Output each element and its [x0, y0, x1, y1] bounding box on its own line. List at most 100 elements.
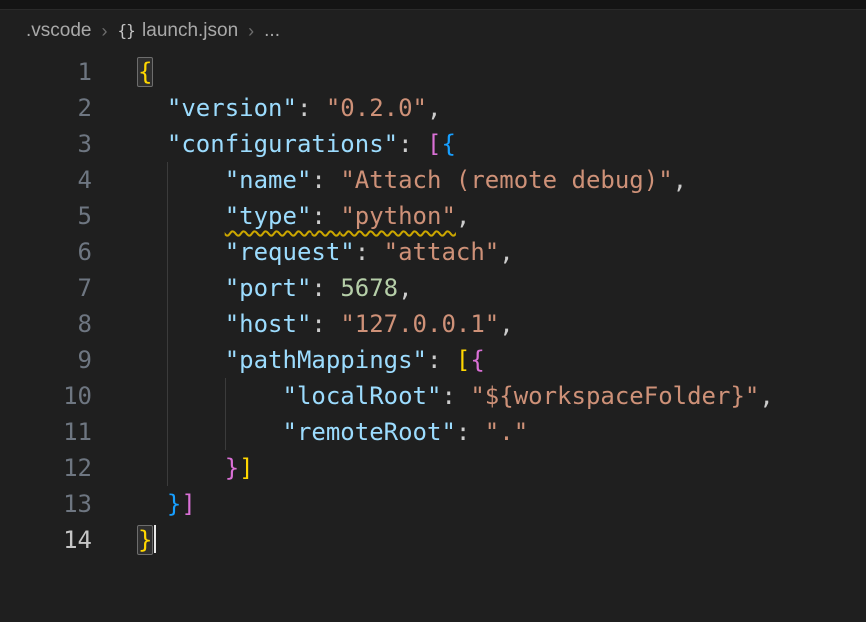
- line-number[interactable]: 1: [0, 54, 92, 90]
- code-token: {: [470, 346, 484, 374]
- code-token: :: [441, 382, 470, 410]
- code-token: [138, 310, 225, 338]
- code-token: :: [427, 346, 456, 374]
- code-content[interactable]: "host": "127.0.0.1",: [92, 306, 866, 342]
- code-token: :: [456, 418, 485, 446]
- line-number[interactable]: 10: [0, 378, 92, 414]
- line-number[interactable]: 14: [0, 522, 92, 558]
- indent-guide: [167, 198, 168, 234]
- code-token: "0.2.0": [326, 94, 427, 122]
- line-number[interactable]: 8: [0, 306, 92, 342]
- code-token: }: [225, 454, 239, 482]
- code-token: "port": [225, 274, 312, 302]
- line-number[interactable]: 2: [0, 90, 92, 126]
- breadcrumb-item-folder[interactable]: .vscode: [26, 20, 91, 42]
- code-token: "type": [225, 202, 312, 230]
- code-token: :: [398, 130, 427, 158]
- code-token: [138, 238, 225, 266]
- line-number[interactable]: 12: [0, 450, 92, 486]
- breadcrumb-item-file[interactable]: {} launch.json: [117, 20, 238, 42]
- code-token: ,: [398, 274, 412, 302]
- code-token: [138, 202, 225, 230]
- code-token: "attach": [384, 238, 500, 266]
- code-token: ,: [673, 166, 687, 194]
- code-token: [138, 382, 283, 410]
- line-number[interactable]: 6: [0, 234, 92, 270]
- line-number[interactable]: 4: [0, 162, 92, 198]
- code-line[interactable]: 14}: [0, 522, 866, 558]
- code-token: "127.0.0.1": [340, 310, 499, 338]
- code-token: ,: [427, 94, 441, 122]
- code-token: [138, 274, 225, 302]
- code-line[interactable]: 5 "type": "python",: [0, 198, 866, 234]
- line-number[interactable]: 9: [0, 342, 92, 378]
- code-line[interactable]: 8 "host": "127.0.0.1",: [0, 306, 866, 342]
- code-content[interactable]: "localRoot": "${workspaceFolder}",: [92, 378, 866, 414]
- code-token: "host": [225, 310, 312, 338]
- code-line[interactable]: 3 "configurations": [{: [0, 126, 866, 162]
- line-number[interactable]: 7: [0, 270, 92, 306]
- code-token: [: [427, 130, 441, 158]
- indent-guide: [225, 414, 226, 450]
- code-content[interactable]: }]: [92, 450, 866, 486]
- code-token: [138, 490, 167, 518]
- code-content[interactable]: "version": "0.2.0",: [92, 90, 866, 126]
- code-token: [138, 130, 167, 158]
- code-line[interactable]: 7 "port": 5678,: [0, 270, 866, 306]
- code-content[interactable]: "name": "Attach (remote debug)",: [92, 162, 866, 198]
- code-token: "version": [167, 94, 297, 122]
- line-number[interactable]: 13: [0, 486, 92, 522]
- line-number[interactable]: 3: [0, 126, 92, 162]
- code-content[interactable]: "pathMappings": [{: [92, 342, 866, 378]
- code-token: "pathMappings": [225, 346, 427, 374]
- code-token: ".": [485, 418, 528, 446]
- code-token: "configurations": [167, 130, 398, 158]
- code-content[interactable]: {: [92, 54, 866, 90]
- code-content[interactable]: }]: [92, 486, 866, 522]
- indent-guide: [167, 342, 168, 378]
- code-line[interactable]: 2 "version": "0.2.0",: [0, 90, 866, 126]
- code-line[interactable]: 9 "pathMappings": [{: [0, 342, 866, 378]
- indent-guide: [167, 306, 168, 342]
- code-editor[interactable]: 1{2 "version": "0.2.0",3 "configurations…: [0, 52, 866, 558]
- code-token: ,: [759, 382, 773, 410]
- indent-guide: [167, 450, 168, 486]
- code-token: }: [167, 490, 181, 518]
- code-content[interactable]: "request": "attach",: [92, 234, 866, 270]
- code-token: "name": [225, 166, 312, 194]
- code-line[interactable]: 13 }]: [0, 486, 866, 522]
- code-line[interactable]: 12 }]: [0, 450, 866, 486]
- line-number[interactable]: 11: [0, 414, 92, 450]
- code-token: [138, 94, 167, 122]
- chevron-right-icon: ›: [247, 21, 255, 42]
- chevron-right-icon: ›: [100, 21, 108, 42]
- code-token: {: [138, 58, 152, 86]
- indent-guide: [167, 414, 168, 450]
- code-content[interactable]: "configurations": [{: [92, 126, 866, 162]
- code-token: :: [311, 202, 340, 230]
- editor-lines[interactable]: 1{2 "version": "0.2.0",3 "configurations…: [0, 54, 866, 558]
- breadcrumb-item-symbol[interactable]: ...: [264, 20, 280, 42]
- code-content[interactable]: "remoteRoot": ".": [92, 414, 866, 450]
- code-token: ]: [239, 454, 253, 482]
- line-number[interactable]: 5: [0, 198, 92, 234]
- code-token: :: [311, 274, 340, 302]
- code-token: ,: [499, 238, 513, 266]
- code-line[interactable]: 6 "request": "attach",: [0, 234, 866, 270]
- text-cursor: [154, 525, 156, 553]
- code-token: [138, 166, 225, 194]
- code-line[interactable]: 4 "name": "Attach (remote debug)",: [0, 162, 866, 198]
- code-line[interactable]: 10 "localRoot": "${workspaceFolder}",: [0, 378, 866, 414]
- code-line[interactable]: 1{: [0, 54, 866, 90]
- breadcrumb: .vscode › {} launch.json › ...: [0, 10, 866, 52]
- code-token: ,: [499, 310, 513, 338]
- code-token: "localRoot": [283, 382, 442, 410]
- code-content[interactable]: }: [92, 522, 866, 558]
- code-content[interactable]: "port": 5678,: [92, 270, 866, 306]
- code-line[interactable]: 11 "remoteRoot": ".": [0, 414, 866, 450]
- code-content[interactable]: "type": "python",: [92, 198, 866, 234]
- code-token: {: [441, 130, 455, 158]
- json-file-icon: {}: [117, 21, 134, 40]
- code-token: "Attach (remote debug)": [340, 166, 672, 194]
- indent-guide: [167, 162, 168, 198]
